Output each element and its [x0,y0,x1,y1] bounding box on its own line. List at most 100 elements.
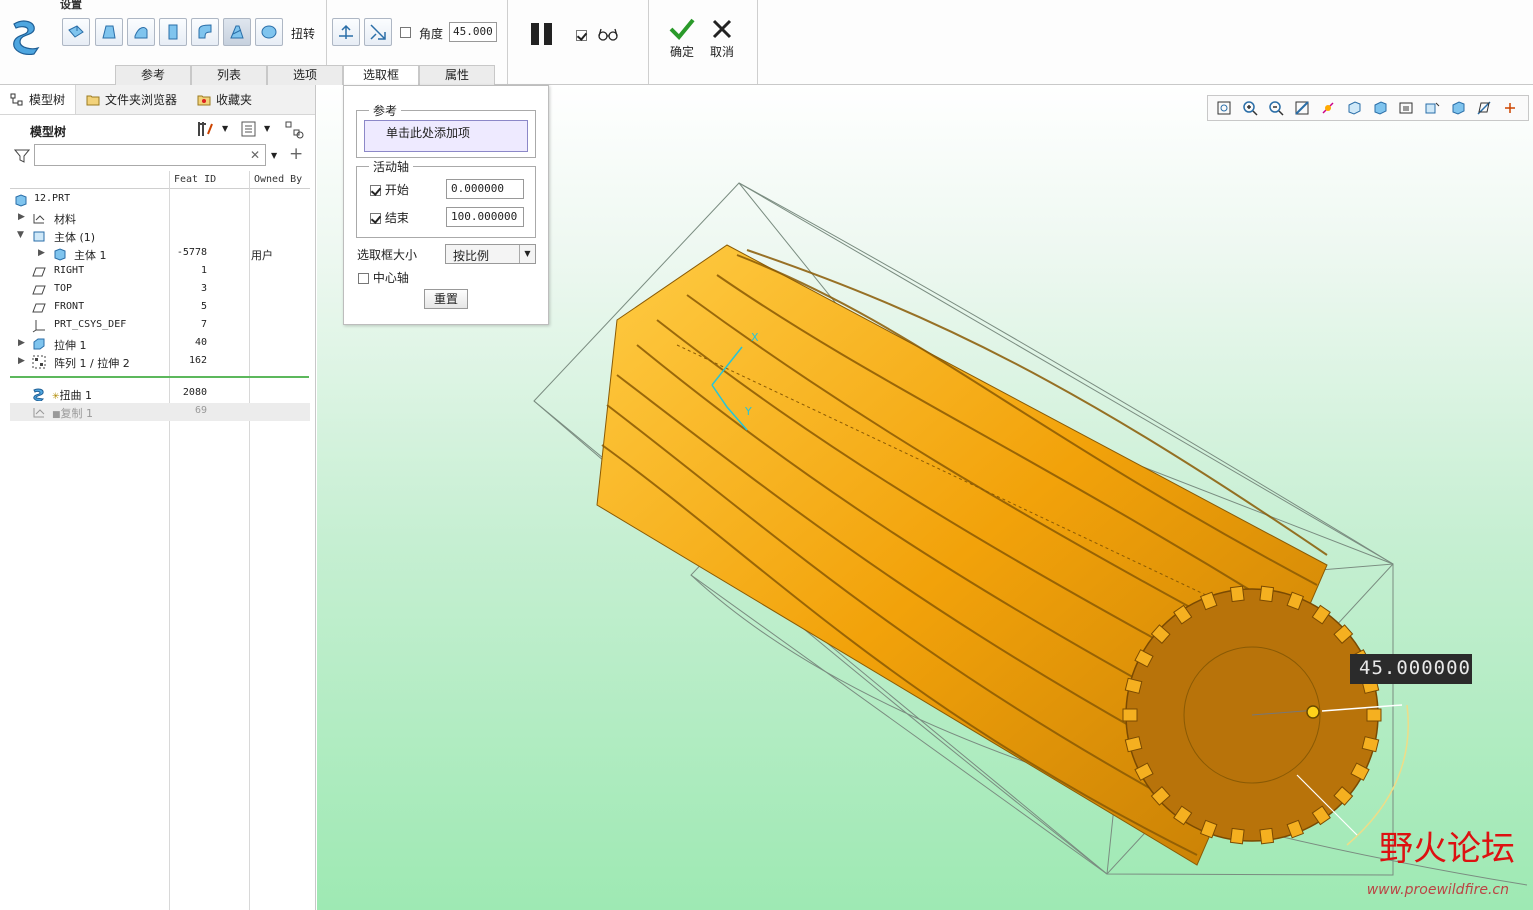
twisted-part[interactable] [596,244,1409,866]
flip-axis-button[interactable] [332,18,360,46]
marquee-size-value: 按比例 [453,249,490,263]
twist-angle-dimension[interactable]: 45.000000 [1350,654,1472,684]
tree-row-copy[interactable]: ■复制 1 69 [10,403,310,421]
tree-row-pattern[interactable]: ▶ 阵列 1 / 拉伸 2 162 [10,353,310,371]
view-manager-button[interactable] [1395,98,1417,118]
stretch-button[interactable] [159,18,187,46]
tab-model-tree-label: 模型树 [29,93,66,107]
collapse-icon[interactable]: ▼ [17,230,24,240]
tree-row-bodies[interactable]: ▼ 主体 (1) [10,227,310,245]
end-label: 结束 [384,211,409,225]
search-input[interactable] [34,144,266,166]
show-icon[interactable] [240,120,258,138]
tree-row-body[interactable]: ▶ 主体 1 -5778 用户 [10,245,310,263]
watermark-url: www.proewildfire.cn [1366,882,1509,898]
perspective-button[interactable] [1421,98,1443,118]
tree-row-top[interactable]: TOP 3 [10,281,310,299]
feat-id: 69 [194,405,207,416]
tree-title: 模型树 [30,125,67,139]
ok-button[interactable]: 确定 [669,18,695,60]
tab-folder-browser-label: 文件夹浏览器 [105,93,178,107]
zoom-out-icon [1269,101,1284,116]
flip-direction-button[interactable] [364,18,392,46]
chevron-down-icon[interactable]: ▼ [222,124,228,133]
bend-button[interactable] [191,18,219,46]
settings-tree-icon[interactable] [284,120,306,140]
datum-display-button[interactable] [1473,98,1495,118]
sculpt-button[interactable] [255,18,283,46]
tree-row-extrude[interactable]: ▶ 拉伸 1 40 [10,335,310,353]
repaint-icon [1295,101,1309,115]
expand-icon[interactable]: ▶ [18,212,25,222]
zoom-in-button[interactable] [1239,98,1261,118]
spin-center-icon [1322,102,1334,114]
tab-model-tree[interactable]: 模型树 [0,85,77,114]
end-input[interactable]: 100.000000 [446,207,524,227]
add-icon[interactable]: + [289,144,303,164]
marquee-size-select[interactable]: 按比例 ▼ [445,244,536,264]
cube-icon [1348,101,1361,115]
angle-checkbox[interactable] [400,25,411,39]
tools-icon[interactable] [196,120,214,138]
transform-button[interactable] [62,18,90,46]
transform-icon [68,25,84,38]
warp-button[interactable] [95,18,123,46]
checkbox-box [576,30,587,41]
reference-collector[interactable]: 单击此处添加项 [364,120,528,152]
preview-button[interactable] [597,26,619,42]
tab-folder-browser[interactable]: 文件夹浏览器 [76,85,187,114]
center-axis-checkbox[interactable]: 中心轴 [358,269,409,286]
tree-row-label: RIGHT [54,265,85,276]
axis-y-label: Y [744,405,752,418]
tab-properties[interactable]: 属性 [419,65,495,85]
center-axis-label: 中心轴 [372,271,409,285]
spine-button[interactable] [127,18,155,46]
start-checkbox[interactable]: 开始 [370,181,409,198]
drag-handle[interactable] [1306,705,1320,719]
end-checkbox[interactable]: 结束 [370,209,409,226]
tab-favorites[interactable]: 收藏夹 [187,85,262,114]
tree-row-part[interactable]: 12.PRT [10,191,310,209]
repaint-button[interactable] [1291,98,1313,118]
expand-icon[interactable]: ▶ [38,248,45,258]
twist-button[interactable] [223,18,251,46]
expand-icon[interactable]: ▶ [18,338,25,348]
angle-input[interactable]: 45.000 [449,22,497,42]
tree-row-material[interactable]: ▶ 材料 [10,209,310,227]
section-icon [1452,101,1465,115]
clear-icon[interactable]: ✕ [250,148,260,162]
pattern-icon [32,355,46,369]
ribbon: 设置 扭转 角度 45.000 确定 取消 参考 列表 选项 选取框 属性 [0,0,1533,86]
tab-list[interactable]: 列表 [191,65,267,85]
annotation-display-button[interactable] [1499,98,1521,118]
tree-row-right[interactable]: RIGHT 1 [10,263,310,281]
reset-button[interactable]: 重置 [424,289,468,309]
gear-tooth [1259,585,1275,603]
spin-center-button[interactable] [1317,98,1339,118]
expand-icon[interactable]: ▶ [18,356,25,366]
cancel-button[interactable]: 取消 [710,18,734,60]
tab-options[interactable]: 选项 [267,65,343,85]
column-feat-id[interactable]: Feat ID [174,174,216,185]
saved-views-button[interactable] [1369,98,1391,118]
warp-feature-icon [13,20,40,55]
chevron-down-icon[interactable]: ▼ [271,151,277,160]
annotation-display-icon [1505,103,1515,113]
zoom-out-button[interactable] [1265,98,1287,118]
tree-row-csys[interactable]: PRT_CSYS_DEF 7 [10,317,310,335]
tree-row-warp[interactable]: ✳扭曲 1 2080 [10,385,310,403]
tree-row-label: FRONT [54,301,85,312]
display-style-button[interactable] [1343,98,1365,118]
tab-marquee[interactable]: 选取框 [343,65,419,86]
refit-button[interactable] [1213,98,1235,118]
feat-id: 5 [200,301,207,312]
tree-row-label: 12.PRT [34,193,71,204]
tab-references[interactable]: 参考 [115,65,191,85]
section-button[interactable] [1447,98,1469,118]
preview-checkbox[interactable] [576,28,587,42]
chevron-down-icon[interactable]: ▼ [264,124,270,133]
tree-row-front[interactable]: FRONT 5 [10,299,310,317]
column-owned-by[interactable]: Owned By [254,174,302,185]
pause-button[interactable] [530,22,554,46]
start-input[interactable]: 0.000000 [446,179,524,199]
